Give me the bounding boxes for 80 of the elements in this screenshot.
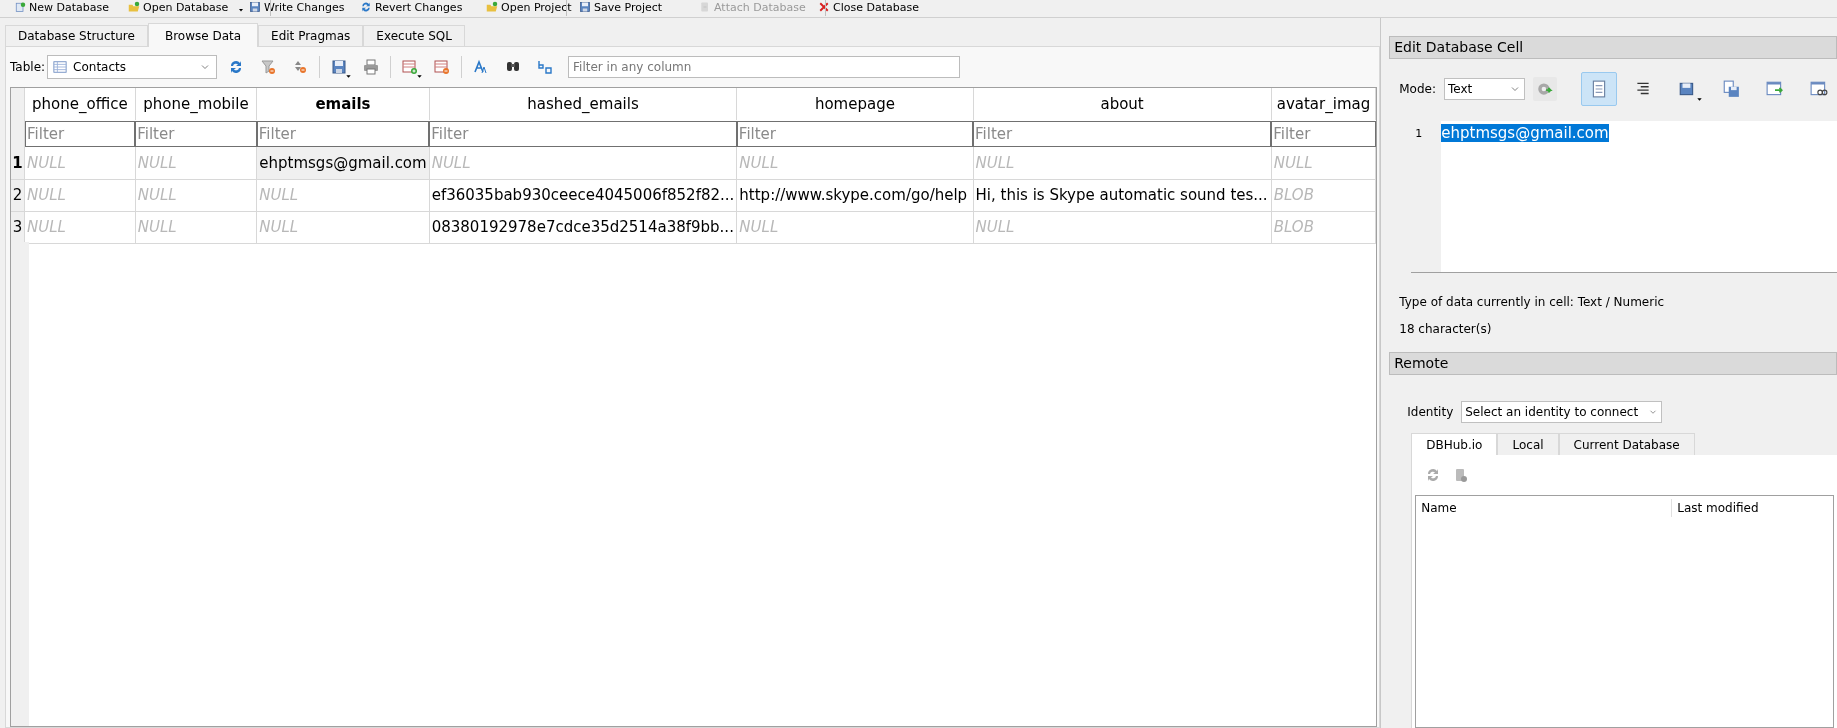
filter-field[interactable]: Filter in any column [568, 56, 961, 78]
identity-dropdown[interactable]: Select an identity to connect [1461, 401, 1663, 423]
column-header[interactable]: homepage [736, 88, 974, 120]
toolbar-button[interactable]: Save Project [579, 0, 663, 14]
folder-icon [128, 1, 140, 13]
replace-icon [537, 59, 554, 75]
pane-title: Remote [1389, 352, 1837, 375]
table-dropdown[interactable]: Contacts [47, 55, 218, 79]
column-header[interactable]: emails [256, 88, 430, 120]
database-icon [699, 1, 711, 13]
toolbar-button[interactable]: Revert Changes [360, 0, 463, 14]
identity-label: Identity [1407, 404, 1454, 421]
tab[interactable]: Local [1497, 433, 1559, 455]
filter-field[interactable]: Filter [736, 120, 974, 147]
revert-icon [360, 1, 372, 13]
filter-field[interactable]: Filter [256, 120, 430, 147]
column-header[interactable]: phone_office [24, 88, 136, 120]
filter-field[interactable]: Filter [1271, 120, 1376, 147]
column-header[interactable]: avatar_imag [1271, 88, 1376, 120]
dropdown-arrow-icon [345, 73, 353, 80]
table-cell[interactable]: Hi, this is Skype automatic sound tes... [973, 179, 1272, 211]
column-header[interactable]: hashed_emails [429, 88, 737, 120]
apply-icon [1766, 80, 1784, 98]
file-list[interactable]: Name Last modified [1415, 495, 1834, 728]
filter-field[interactable]: Filter [973, 120, 1272, 147]
selected-text[interactable]: ehptmsgs@gmail.com [1441, 124, 1609, 142]
add-record-icon [402, 59, 419, 75]
column-header[interactable]: about [973, 88, 1272, 120]
auto-format-icon [1536, 80, 1554, 98]
filter-field[interactable]: Filter [25, 120, 136, 147]
table-cell[interactable]: ehptmsgs@gmail.com [256, 147, 430, 179]
filter-field[interactable]: Filter [135, 120, 257, 147]
auto-format-button[interactable] [1533, 77, 1557, 101]
save-icon [249, 1, 261, 13]
toolbar-button[interactable]: Open Project [486, 0, 572, 14]
mode-label: Mode: [1399, 81, 1436, 98]
filter-field[interactable]: Filter [429, 120, 737, 147]
toolbar-button[interactable]: Close Database [818, 0, 919, 14]
font-icon [473, 59, 490, 75]
dropdown-arrow-icon [416, 73, 424, 80]
import-icon [1678, 80, 1696, 98]
tab[interactable]: Database Structure [5, 25, 148, 46]
column-header[interactable]: Last modified [1672, 499, 1759, 517]
table-icon [53, 60, 68, 74]
pane-title: Edit Database Cell [1389, 36, 1837, 59]
tab[interactable]: Edit Pragmas [258, 25, 364, 46]
column-header[interactable]: Name [1416, 499, 1673, 517]
database-icon[interactable] [1453, 467, 1470, 483]
table-cell[interactable]: 08380192978e7cdce35d2514a38f9bb... [429, 211, 737, 243]
row-number[interactable]: 3 [11, 211, 25, 243]
folder-icon [486, 1, 498, 13]
mode-dropdown[interactable]: Text [1444, 78, 1525, 100]
row-number[interactable]: 2 [11, 179, 25, 211]
export-icon [1722, 80, 1740, 98]
tab[interactable]: Execute SQL [363, 25, 465, 46]
toolbar-button[interactable]: New Database [14, 0, 109, 14]
new-database-icon [14, 1, 26, 13]
tab[interactable]: DBHub.io [1411, 433, 1498, 455]
row-number[interactable]: 1 [11, 147, 25, 179]
table-cell[interactable]: ef36035bab930ceece4045006f852f82... [429, 179, 737, 211]
toolbar-button[interactable]: Open Database [128, 0, 246, 14]
table-label: Table: [10, 59, 46, 76]
text-mode-button[interactable] [1581, 72, 1617, 106]
column-header[interactable]: phone_mobile [135, 88, 257, 120]
dropdown-arrow-icon [1696, 96, 1703, 103]
save-table-icon [331, 59, 348, 75]
delete-record-icon [434, 59, 451, 75]
clear-sort-icon [292, 59, 309, 75]
print-icon [363, 59, 380, 75]
close-icon [818, 1, 830, 13]
tab[interactable]: Current Database [1558, 433, 1695, 455]
link-icon [1810, 80, 1828, 98]
data-type-info: Type of data currently in cell: Text / Numeric [1399, 294, 1666, 311]
tab[interactable]: Browse Data [147, 23, 259, 47]
character-count: 18 character(s) [1399, 321, 1493, 338]
text-mode-icon [1590, 80, 1608, 98]
clear-filter-icon [260, 59, 277, 75]
save-icon [579, 1, 591, 13]
table-cell[interactable]: http://www.skype.com/go/help [736, 179, 974, 211]
dropdown-arrow-icon [237, 6, 246, 14]
